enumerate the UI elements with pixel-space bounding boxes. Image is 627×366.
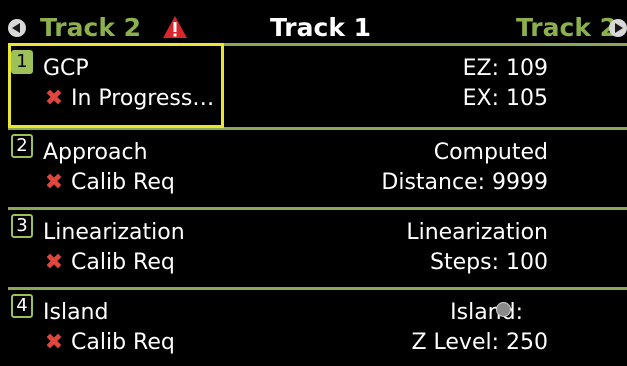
step-status: ✖ Calib Req xyxy=(43,250,175,276)
step-status: ✖ Calib Req xyxy=(43,170,175,196)
step-status-label: Calib Req xyxy=(71,170,175,195)
step-number-badge: 3 xyxy=(11,214,33,238)
selection-highlight xyxy=(8,43,224,128)
step-row-linearization[interactable]: 3 Linearization ✖ Calib Req Linearization… xyxy=(8,207,627,283)
step-status-label: Calib Req xyxy=(71,250,175,275)
step-value-line1: EZ: 109 xyxy=(462,56,548,81)
warning-icon xyxy=(163,16,187,38)
step-value-line1: Computed xyxy=(433,140,548,165)
step-value-line2: Steps: 100 xyxy=(430,250,548,275)
page-title: Track 1 xyxy=(270,13,372,42)
step-row-island[interactable]: 4 Island ✖ Calib Req Island: Z Level: 250 xyxy=(8,287,627,366)
header-bar: Track 2 Track 1 Track 2 xyxy=(8,8,627,46)
island-label: Island: xyxy=(450,300,523,325)
next-track-button[interactable]: Track 2 xyxy=(516,14,617,42)
step-number-badge: 2 xyxy=(11,134,33,158)
prev-track-button[interactable]: Track 2 xyxy=(40,14,141,42)
step-name: Linearization xyxy=(43,220,185,245)
step-row-approach[interactable]: 2 Approach ✖ Calib Req Computed Distance:… xyxy=(8,127,627,203)
step-value-line1: Island: xyxy=(450,300,523,326)
chevron-left-icon[interactable] xyxy=(8,19,26,37)
step-name: Approach xyxy=(43,140,148,165)
step-name: Island xyxy=(43,300,109,325)
status-dot-icon xyxy=(496,302,511,317)
x-icon: ✖ xyxy=(44,330,64,355)
step-value-line1: Linearization xyxy=(406,220,548,245)
step-value-line2: Distance: 9999 xyxy=(381,170,548,195)
x-icon: ✖ xyxy=(44,170,64,195)
step-status: ✖ Calib Req xyxy=(43,330,175,356)
chevron-right-icon[interactable] xyxy=(609,19,627,37)
step-value-line2: Z Level: 250 xyxy=(411,330,548,355)
x-icon: ✖ xyxy=(44,250,64,275)
step-value-line2: EX: 105 xyxy=(462,86,548,111)
step-status-label: Calib Req xyxy=(71,330,175,355)
calibration-screen: Track 2 Track 1 Track 2 1 GCP ✖ In Progre… xyxy=(0,0,627,366)
step-number-badge: 4 xyxy=(11,294,33,318)
